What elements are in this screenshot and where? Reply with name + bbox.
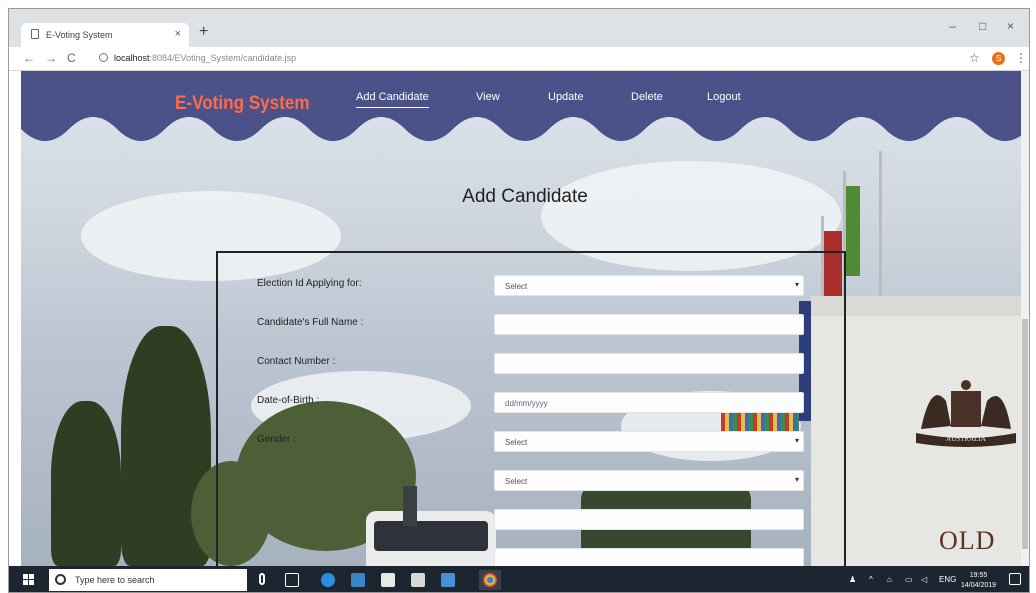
task-view-icon[interactable] — [285, 573, 299, 587]
document-icon — [31, 29, 39, 39]
cortana-icon — [55, 574, 66, 585]
page-title: Add Candidate — [462, 186, 588, 207]
browser-menu-icon[interactable]: ⋮ — [1015, 51, 1027, 65]
additional-select[interactable]: Select — [494, 470, 804, 491]
contact-number-label: Contact Number : — [257, 356, 336, 367]
full-name-label: Candidate's Full Name : — [257, 317, 364, 328]
tab-close-icon[interactable]: × — [175, 28, 181, 40]
bookmark-star-icon[interactable]: ☆ — [969, 51, 980, 65]
election-id-label: Election Id Applying for: — [257, 278, 362, 289]
screen-frame: E-Voting System × + – □ × ← → C localhos… — [8, 8, 1030, 593]
search-placeholder: Type here to search — [75, 575, 155, 585]
close-window-button[interactable]: × — [1007, 19, 1014, 33]
header-wave-shape — [21, 71, 1029, 141]
gender-select[interactable]: Select — [494, 431, 804, 452]
full-name-input[interactable] — [494, 314, 804, 335]
url-field[interactable]: localhost:8084/EVoting_System/candidate.… — [99, 53, 296, 63]
language-indicator[interactable]: ENG — [939, 575, 956, 584]
tray-chevron-icon[interactable]: ^ — [869, 575, 873, 584]
site-header: E-Voting System Add Candidate View Updat… — [21, 71, 1029, 156]
contact-number-input[interactable] — [494, 353, 804, 374]
additional-input[interactable] — [494, 548, 804, 566]
building-sign-text: OLD — [939, 526, 996, 555]
site-logo-title[interactable]: E-Voting System — [175, 93, 310, 115]
coat-of-arms-icon: AUSTRALIA — [916, 380, 1016, 447]
back-button[interactable]: ← — [23, 51, 35, 65]
date-of-birth-input[interactable]: dd/mm/yyyy — [494, 392, 804, 413]
additional-input[interactable] — [494, 509, 804, 530]
forward-button[interactable]: → — [45, 51, 57, 65]
microphone-icon[interactable] — [259, 573, 265, 585]
clock-date: 14/04/2019 — [961, 582, 997, 589]
new-tab-button[interactable]: + — [199, 23, 208, 41]
chrome-icon — [483, 573, 497, 587]
volume-icon[interactable]: ◁ — [921, 575, 927, 584]
election-id-select[interactable]: Select — [494, 275, 804, 296]
nav-logout[interactable]: Logout — [707, 91, 741, 103]
maximize-button[interactable]: □ — [979, 19, 986, 33]
browser-tab[interactable]: E-Voting System × — [21, 23, 189, 47]
nav-add-candidate[interactable]: Add Candidate — [356, 91, 429, 108]
profile-avatar[interactable]: S — [992, 52, 1005, 65]
reload-button[interactable]: C — [67, 51, 76, 65]
windows-start-icon[interactable] — [23, 574, 35, 586]
gender-label: Gender : — [257, 434, 296, 445]
browser-tabstrip: E-Voting System × + – □ × — [9, 9, 1029, 47]
nav-view[interactable]: View — [476, 91, 500, 103]
network-icon[interactable]: ⌂ — [887, 575, 892, 584]
edge-browser-icon[interactable] — [321, 573, 335, 587]
tree — [51, 401, 121, 566]
action-center-icon[interactable] — [1009, 573, 1021, 585]
date-of-birth-label: Date-of-Birth : — [257, 395, 320, 406]
store-icon[interactable] — [381, 573, 395, 587]
flag-pole — [879, 151, 882, 301]
clock-time: 19:55 — [969, 572, 988, 579]
tab-title: E-Voting System — [46, 30, 113, 40]
url-host: localhost — [114, 53, 150, 63]
nav-update[interactable]: Update — [548, 91, 583, 103]
os-taskbar: Type here to search ♟ ^ ⌂ ▭ ◁ ENG 19:55 … — [9, 566, 1029, 592]
people-icon[interactable]: ♟ — [849, 575, 856, 584]
page-viewport: AUSTRALIA OLD E-Voting System Add Candid… — [21, 71, 1029, 566]
taskbar-search-box[interactable]: Type here to search — [49, 569, 247, 591]
file-explorer-icon[interactable] — [351, 573, 365, 587]
app-icon[interactable] — [441, 573, 455, 587]
nav-delete[interactable]: Delete — [631, 91, 663, 103]
battery-icon[interactable]: ▭ — [905, 575, 913, 584]
url-path: :8084/EVoting_System/candidate.jsp — [149, 53, 297, 63]
taskbar-clock[interactable]: 19:55 14/04/2019 — [961, 571, 996, 591]
scrollbar-thumb[interactable] — [1022, 319, 1028, 549]
minimize-button[interactable]: – — [949, 19, 956, 33]
mail-icon[interactable] — [411, 573, 425, 587]
address-bar-row: ← → C localhost:8084/EVoting_System/cand… — [9, 47, 1029, 71]
site-info-icon[interactable] — [99, 53, 108, 62]
crest-text: AUSTRALIA — [946, 435, 986, 443]
